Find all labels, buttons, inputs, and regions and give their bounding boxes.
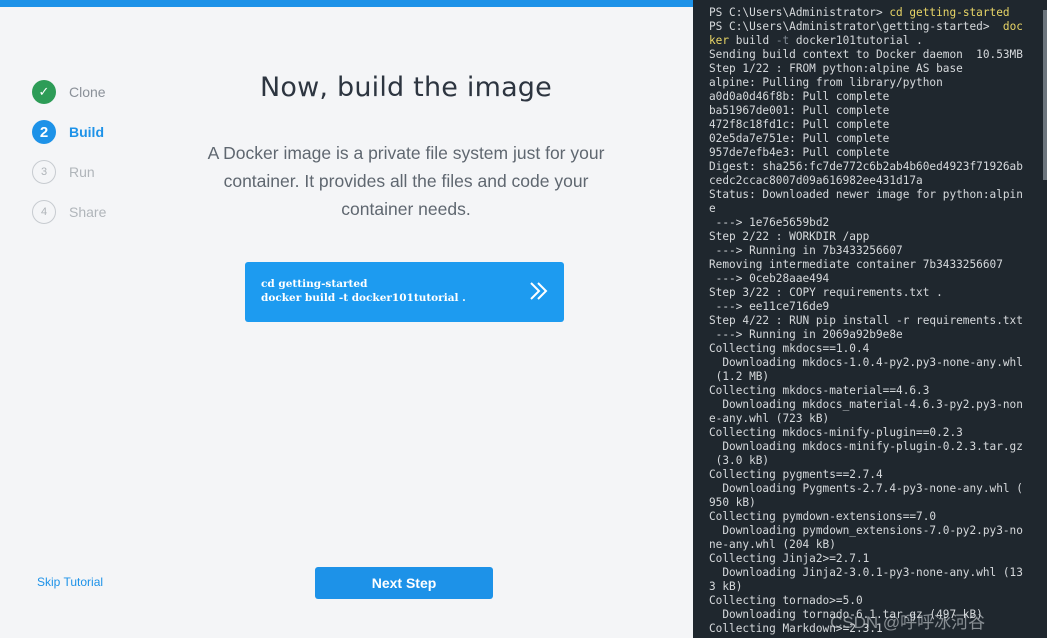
terminal-line: Collecting mkdocs-material==4.6.3 [709, 384, 930, 397]
step-item[interactable]: 3 Run [32, 152, 106, 192]
terminal-line: Downloading mkdocs-minify-plugin-0.2.3.t… [709, 440, 1023, 453]
terminal-line: Collecting mkdocs==1.0.4 [709, 342, 870, 355]
terminal-line: ---> Running in 7b3433256607 [709, 244, 903, 257]
terminal-line: ne-any.whl (204 kB) [709, 538, 836, 551]
terminal-line: (1.2 MB) [709, 370, 770, 383]
step-label: Build [69, 124, 104, 140]
terminal-line: Downloading mkdocs_material-4.6.3-py2.py… [709, 398, 1023, 411]
double-chevron-right-icon[interactable] [528, 280, 550, 302]
step-label: Clone [69, 84, 106, 100]
terminal-line: Collecting mkdocs-minify-plugin==0.2.3 [709, 426, 963, 439]
prompt-prefix: PS C:\Users\Administrator> [709, 6, 890, 19]
terminal-line: Downloading mkdocs-1.0.4-py2.py3-none-an… [709, 356, 1023, 369]
step-number-icon: 2 [32, 120, 56, 144]
terminal-line: Step 3/22 : COPY requirements.txt . [709, 286, 943, 299]
terminal-prompt-2: PS C:\Users\Administrator\getting-starte… [709, 20, 1047, 34]
terminal-output: Sending build context to Docker daemon 1… [709, 48, 1047, 636]
terminal-line: Step 2/22 : WORKDIR /app [709, 230, 870, 243]
terminal-line: ---> ee11ce716de9 [709, 300, 830, 313]
step-label: Share [69, 204, 107, 220]
skip-tutorial-link[interactable]: Skip Tutorial [37, 575, 103, 589]
terminal-line: 950 kB) [709, 496, 756, 509]
prompt-command: cd getting-started [889, 6, 1010, 19]
terminal-line: Downloading Jinja2-3.0.1-py3-none-any.wh… [709, 566, 1023, 579]
prompt-command-rest: docker101tutorial . [789, 34, 923, 47]
prompt-flag: -t [775, 34, 790, 47]
terminal-scrollbar[interactable] [1043, 10, 1047, 180]
command-box[interactable]: cd getting-started docker build -t docke… [245, 262, 564, 322]
step-item[interactable]: 2 Build [32, 112, 106, 152]
check-icon: ✓ [32, 80, 56, 104]
terminal-line: cedc2ccac8007d09a616982ee431d17a [709, 174, 923, 187]
watermark: CSDN @呼呼冰河谷 [830, 613, 986, 632]
terminal-line: Downloading pymdown_extensions-7.0-py2.p… [709, 524, 1023, 537]
terminal-line: 957de7efb4e3: Pull complete [709, 146, 890, 159]
terminal-line: 02e5da7e751e: Pull complete [709, 132, 890, 145]
terminal-line: Sending build context to Docker daemon 1… [709, 48, 1023, 61]
command-line-2: docker build -t docker101tutorial . [261, 292, 466, 304]
prompt-command-build: build [729, 34, 776, 47]
page-title: Now, build the image [260, 72, 552, 103]
terminal-line: e [709, 202, 716, 215]
terminal-prompt-2-cont: ker build -t docker101tutorial . [709, 34, 1047, 48]
step-item[interactable]: ✓ Clone [32, 72, 106, 112]
terminal-line: e-any.whl (723 kB) [709, 412, 830, 425]
prompt-prefix: PS C:\Users\Administrator\getting-starte… [709, 20, 1003, 33]
next-step-button[interactable]: Next Step [315, 567, 493, 599]
terminal-line: alpine: Pulling from library/python [709, 76, 943, 89]
terminal-prompt-1: PS C:\Users\Administrator> cd getting-st… [709, 6, 1047, 20]
terminal-line: ---> 0ceb28aae494 [709, 272, 830, 285]
terminal-line: Collecting Jinja2>=2.7.1 [709, 552, 870, 565]
step-number-icon: 4 [32, 200, 56, 224]
terminal-line: Status: Downloaded newer image for pytho… [709, 188, 1023, 201]
step-item[interactable]: 4 Share [32, 192, 106, 232]
terminal-panel: PS C:\Users\Administrator> cd getting-st… [693, 0, 1047, 638]
terminal-line: Collecting tornado>=5.0 [709, 594, 863, 607]
step-number-icon: 3 [32, 160, 56, 184]
top-accent-bar [0, 0, 693, 7]
prompt-command: ker [709, 34, 730, 47]
terminal-line: Removing intermediate container 7b343325… [709, 258, 1003, 271]
terminal-line: 472f8c18fd1c: Pull complete [709, 118, 890, 131]
terminal-line: 3 kB) [709, 580, 743, 593]
terminal-line: Collecting pygments==2.7.4 [709, 468, 883, 481]
step-description: A Docker image is a private file system … [207, 143, 605, 219]
terminal-line: ---> 1e76e5659bd2 [709, 216, 830, 229]
step-list: ✓ Clone 2 Build 3 Run 4 Share [32, 72, 106, 232]
prompt-command: doc [1002, 20, 1023, 33]
step-label: Run [69, 164, 95, 180]
terminal-line: ba51967de001: Pull complete [709, 104, 890, 117]
terminal-line: Step 4/22 : RUN pip install -r requireme… [709, 314, 1023, 327]
terminal-line: ---> Running in 2069a92b9e8e [709, 328, 903, 341]
terminal-line: Step 1/22 : FROM python:alpine AS base [709, 62, 963, 75]
terminal-line: Digest: sha256:fc7de772c6b2ab4b60ed4923f… [709, 160, 1023, 173]
command-line-1: cd getting-started [261, 278, 368, 290]
terminal-line: (3.0 kB) [709, 454, 770, 467]
terminal-line: Downloading Pygments-2.7.4-py3-none-any.… [709, 482, 1023, 495]
terminal-line: a0d0a0d46f8b: Pull complete [709, 90, 890, 103]
terminal-line: Collecting pymdown-extensions==7.0 [709, 510, 937, 523]
